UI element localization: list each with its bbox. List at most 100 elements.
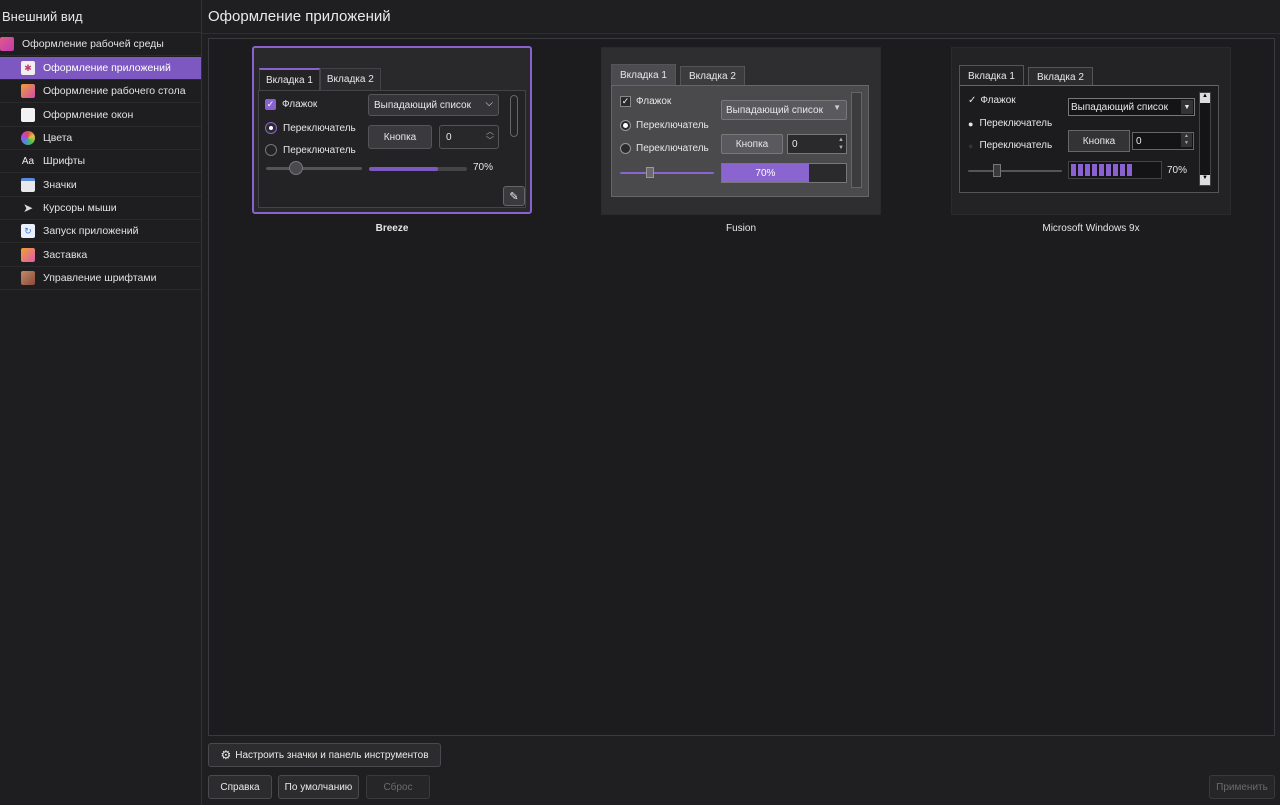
preview-progress-block (1071, 164, 1076, 176)
preview-progress-block (1085, 164, 1090, 176)
preview-tab-1: Вкладка 1 (611, 64, 676, 86)
preview-progress (1068, 161, 1162, 179)
preview-radio-label: Переключатель (283, 144, 356, 156)
preview-checkbox-label: Флажок (980, 95, 1016, 106)
radio-unselected-icon (265, 144, 277, 156)
sidebar-item-label: Оформление приложений (43, 62, 171, 74)
fonts-icon: Aa (21, 155, 35, 167)
radio-selected-icon (265, 122, 277, 134)
edit-icon: ✎ (509, 190, 519, 203)
theme-label-breeze: Breeze (375, 223, 409, 234)
preview-spinbox: 0 ▲ ▼ (787, 134, 847, 154)
preview-checkbox: ✓ Флажок (968, 95, 1016, 106)
preview-progress-block (1113, 164, 1118, 176)
preview-scrollbar: ▲ ▼ (1199, 92, 1211, 186)
preview-checkbox-label: Флажок (636, 96, 672, 107)
sidebar-item-plasma-style[interactable]: Оформление рабочего стола (0, 80, 201, 103)
preview-progress-block (1092, 164, 1097, 176)
preview-tab-1: Вкладка 1 (259, 68, 320, 90)
radio-selected-icon (620, 120, 631, 131)
colors-icon (21, 131, 35, 145)
preview-progress-block (1120, 164, 1125, 176)
preview-slider-track (968, 170, 1062, 172)
sidebar-item-app-style[interactable]: ✱ Оформление приложений (0, 57, 201, 80)
defaults-button[interactable]: По умолчанию (278, 775, 359, 799)
font-manager-icon (21, 271, 35, 285)
preview-radio-label: Переключатель (283, 122, 356, 134)
preview-tab-2: Вкладка 2 (319, 68, 381, 90)
preview-tab-2: Вкладка 2 (1028, 67, 1093, 86)
radio-unselected-icon: ● (968, 140, 974, 151)
preview-spinbox: 0 ︿ ﹀ (439, 125, 499, 149)
checkmark-icon: ✓ (265, 99, 276, 110)
spin-arrows-icon: ︿ ﹀ (486, 127, 494, 145)
preview-radio-off: Переключатель (620, 143, 709, 154)
preview-combobox: Выпадающий список ▼ (721, 100, 847, 120)
page-title: Оформление приложений (208, 8, 391, 25)
chevron-down-icon: ▼ (833, 103, 841, 112)
sidebar-item-label: Шрифты (43, 155, 86, 167)
launch-feedback-icon: ↻ (21, 224, 35, 238)
theme-card-breeze[interactable]: Вкладка 1 Вкладка 2 ✓ Флажок Переключате… (252, 46, 532, 214)
help-button[interactable]: Справка (208, 775, 272, 799)
preview-combobox: Выпадающий список ▼ (1068, 98, 1195, 116)
preview-checkbox-label: Флажок (282, 99, 318, 110)
preview-progress-fill (369, 167, 438, 171)
sidebar-item-splash-screen[interactable]: Заставка (0, 244, 201, 267)
preview-spinbox-value: 0 (446, 131, 452, 143)
chevron-down-icon: ⌵ (485, 98, 493, 109)
sidebar-item-icons[interactable]: Значки (0, 174, 201, 197)
scroll-up-icon: ▲ (1200, 93, 1210, 103)
preview-progress-block (1099, 164, 1104, 176)
sidebar: Внешний вид Оформление рабочей среды ✱ О… (0, 0, 202, 805)
preview-progress-block (1078, 164, 1083, 176)
apply-button[interactable]: Применить (1209, 775, 1275, 799)
preview-slider-track (620, 172, 714, 174)
sidebar-item-window-decorations[interactable]: Оформление окон (0, 104, 201, 127)
preview-button: Кнопка (721, 134, 783, 154)
sidebar-item-workspace[interactable]: Оформление рабочей среды (0, 33, 201, 56)
preview-tab-content: ✓ Флажок Переключатель Переключатель Вып… (611, 85, 869, 197)
reset-button[interactable]: Сброс (366, 775, 430, 799)
window-decoration-icon (21, 108, 35, 122)
preview-radio-off: ● Переключатель (968, 140, 1052, 151)
preview-radio-on: ● Переключатель (968, 118, 1052, 129)
preview-tab-2: Вкладка 2 (680, 66, 745, 86)
sidebar-item-launch-feedback[interactable]: ↻ Запуск приложений (0, 220, 201, 243)
sidebar-item-colors[interactable]: Цвета (0, 127, 201, 150)
preview-slider-handle (993, 164, 1001, 177)
theme-label-fusion: Fusion (725, 223, 756, 234)
preview-tab-1: Вкладка 1 (959, 65, 1024, 86)
preview-progress-block (1106, 164, 1111, 176)
cursor-icon: ➤ (22, 201, 34, 215)
preview-radio-off: Переключатель (265, 144, 356, 156)
preview-progress-text: 70% (1167, 165, 1188, 176)
preview-scrollbar (851, 92, 862, 188)
sidebar-item-label: Оформление рабочей среды (22, 38, 164, 50)
preview-tabbar: Вкладка 1 Вкладка 2 (259, 68, 381, 90)
preview-checkbox: ✓ Флажок (265, 99, 317, 110)
preview-combobox-label: Выпадающий список (726, 104, 823, 116)
sidebar-item-label: Запуск приложений (43, 225, 139, 237)
sidebar-item-cursors[interactable]: ➤ Курсоры мыши (0, 197, 201, 220)
sidebar-item-label: Цвета (43, 132, 73, 144)
sidebar-item-fonts[interactable]: Aa Шрифты (0, 150, 201, 173)
preview-progress-text: 70% (755, 167, 776, 179)
edit-theme-button[interactable]: ✎ (503, 186, 525, 206)
spin-arrows-icon: ▲ ▼ (1181, 133, 1192, 147)
sidebar-item-label: Значки (43, 179, 77, 191)
preview-combobox-label: Выпадающий список (374, 99, 471, 111)
configure-icons-toolbars-button[interactable]: ⚙ Настроить значки и панель инструментов (208, 743, 441, 767)
scroll-down-icon: ▼ (1200, 175, 1210, 185)
sidebar-item-font-management[interactable]: Управление шрифтами (0, 267, 201, 290)
workspace-icon (0, 37, 14, 51)
preview-checkbox: ✓ Флажок (620, 96, 671, 107)
preview-slider-handle (646, 167, 654, 178)
preview-tab-content: ✓ Флажок ● Переключатель ● Переключатель… (959, 85, 1219, 193)
theme-label-windows-9x: Microsoft Windows 9x (1042, 223, 1140, 234)
spin-arrows-icon: ▲ ▼ (838, 137, 844, 151)
chevron-down-icon: ▼ (1181, 100, 1193, 114)
preview-progress: 70% (721, 163, 847, 183)
app-style-icon: ✱ (21, 61, 35, 75)
sidebar-item-label: Оформление окон (43, 109, 134, 121)
